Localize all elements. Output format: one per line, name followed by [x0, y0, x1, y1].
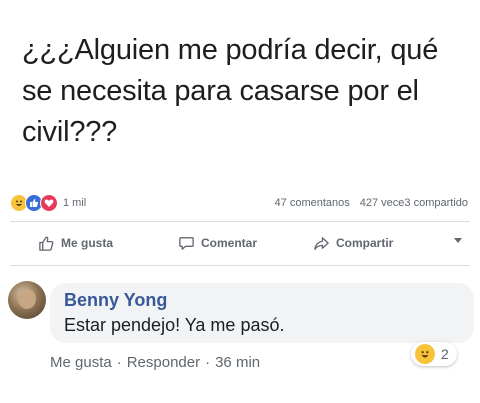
post-text: ¿¿¿Alguien me podría decir, qué se neces…: [22, 34, 439, 148]
love-icon: [40, 194, 58, 212]
separator: ·: [205, 354, 211, 371]
like-button[interactable]: Me gusta: [38, 235, 113, 252]
comment-like-link[interactable]: Me gusta: [50, 354, 112, 371]
avatar[interactable]: [8, 281, 46, 319]
action-bar: Me gusta Comentar Compartir: [10, 230, 470, 256]
share-icon: [314, 236, 329, 250]
reaction-count: 1 mil: [63, 197, 87, 209]
comment-author[interactable]: Benny Yong: [64, 290, 167, 311]
shares-count[interactable]: 427 vece3 compartido: [360, 197, 468, 209]
chevron-down-icon[interactable]: [454, 238, 462, 243]
comment-button[interactable]: Comentar: [178, 235, 257, 252]
like-label: Me gusta: [61, 236, 114, 250]
comment-meta: Me gusta · Responder · 36 min: [50, 354, 260, 371]
share-label: Compartir: [336, 236, 394, 250]
divider: [10, 265, 470, 266]
divider: [10, 221, 470, 222]
thumbs-up-icon: [39, 236, 54, 251]
comment-time[interactable]: 36 min: [215, 354, 260, 371]
comment-reply-link[interactable]: Responder: [127, 354, 200, 371]
comments-count[interactable]: 47 comentanos: [275, 197, 350, 209]
comment-reaction-count: 2: [441, 346, 449, 362]
share-button[interactable]: Compartir: [313, 235, 393, 252]
separator: ·: [116, 354, 122, 371]
comment-icon: [179, 236, 194, 250]
comment-text: Estar pendejo! Ya me pasó.: [64, 315, 285, 335]
haha-icon: [415, 344, 435, 364]
comment-label: Comentar: [201, 236, 258, 250]
reaction-summary[interactable]: 1 mil: [10, 194, 86, 212]
avatar-face: [18, 289, 36, 309]
comment-reactions[interactable]: 2: [411, 342, 457, 366]
post-stats: 1 mil 47 comentanos 427 vece3 compartido: [10, 190, 468, 216]
